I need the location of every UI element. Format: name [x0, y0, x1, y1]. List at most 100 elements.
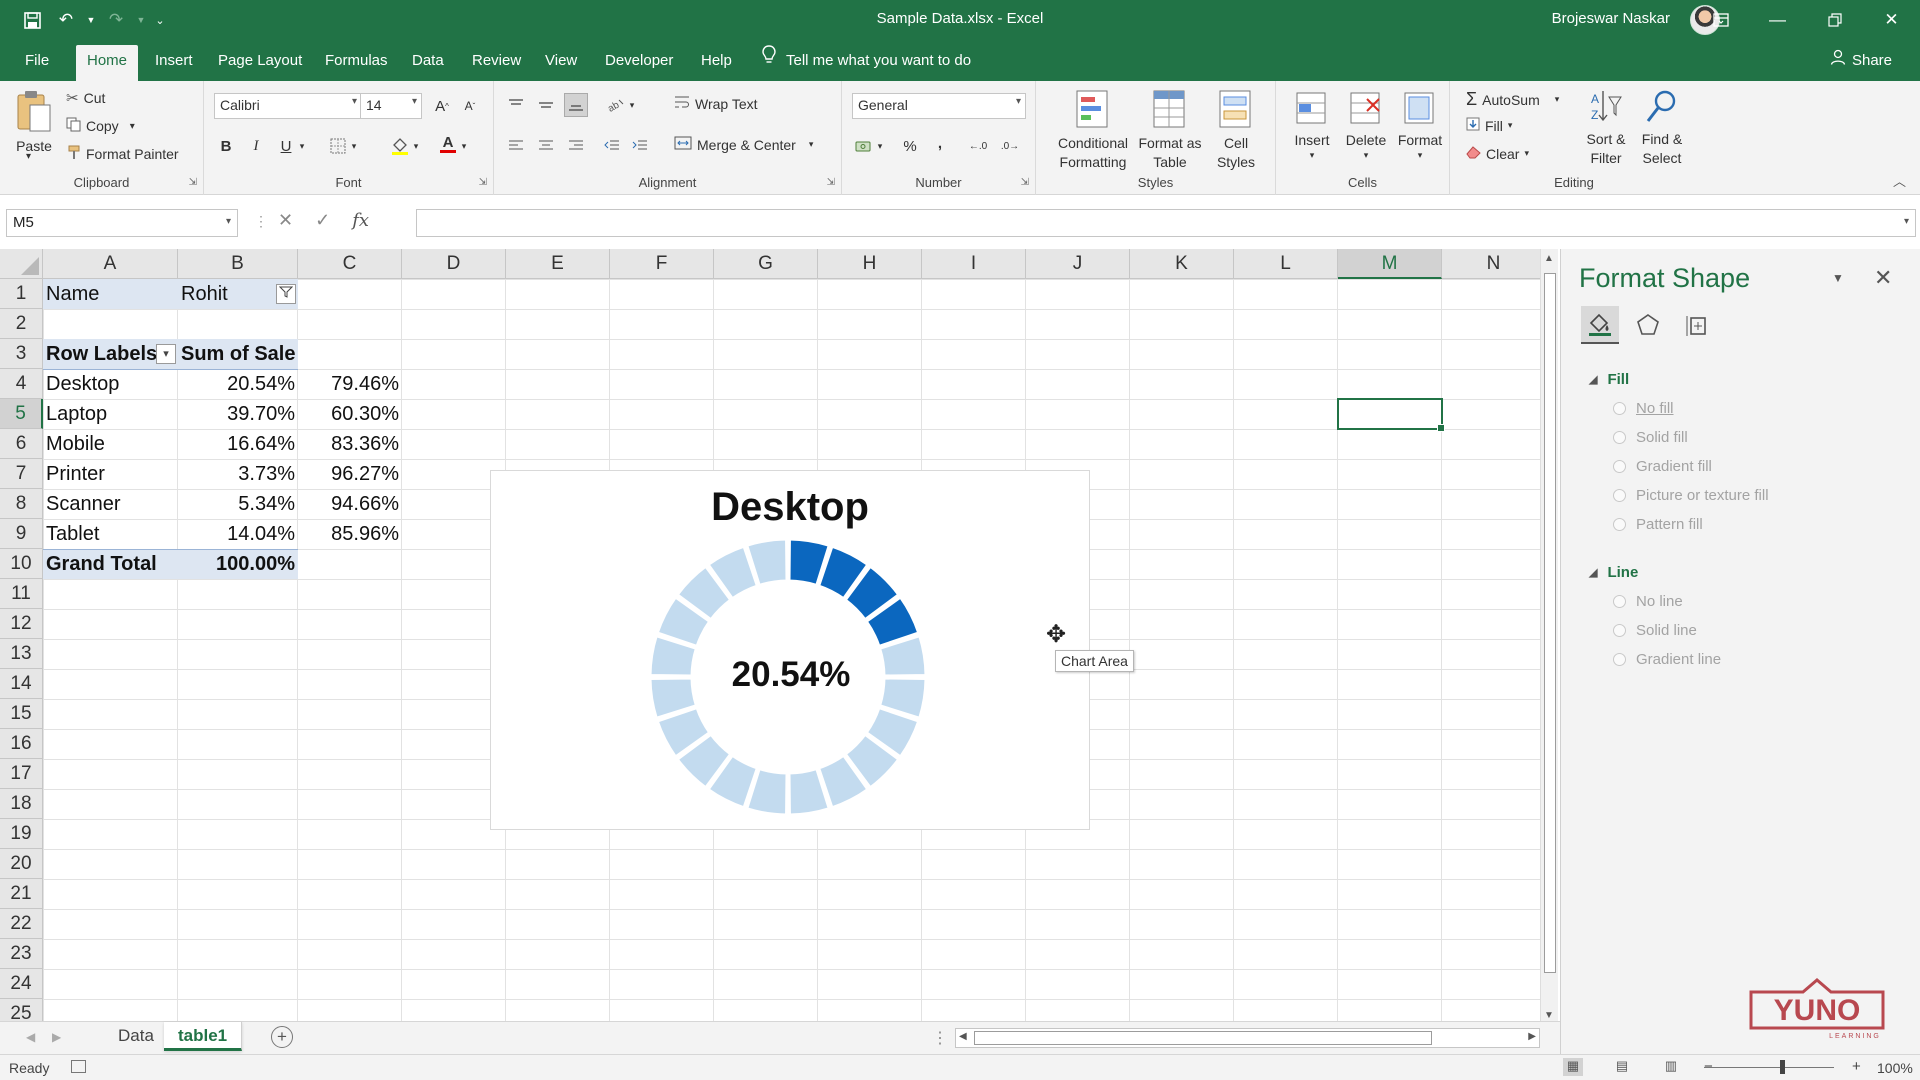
- grand-total-value-cell[interactable]: 100.00%: [178, 549, 298, 579]
- row-header-4[interactable]: 4: [0, 369, 43, 399]
- row-header-19[interactable]: 19: [0, 819, 43, 849]
- copy-button[interactable]: Copy ▾: [66, 117, 135, 135]
- zoom-slider[interactable]: [1704, 1067, 1834, 1068]
- name-box[interactable]: M5 ▾: [6, 209, 238, 237]
- row-header-8[interactable]: 8: [0, 489, 43, 519]
- no-line-option[interactable]: No line: [1613, 593, 1683, 610]
- share-button[interactable]: Share: [1830, 40, 1892, 81]
- column-header-i[interactable]: I: [922, 249, 1026, 279]
- prev-sheet-icon[interactable]: ◀: [26, 1030, 35, 1044]
- zoom-level[interactable]: 100%: [1877, 1060, 1913, 1076]
- user-name[interactable]: Brojeswar Naskar: [1552, 10, 1670, 27]
- active-cell-m5[interactable]: [1337, 398, 1445, 432]
- scroll-down-icon[interactable]: ▼: [1544, 1010, 1554, 1021]
- sheet-tab-data[interactable]: Data: [104, 1022, 169, 1051]
- filter-value-cell[interactable]: Rohit: [178, 279, 273, 309]
- copy-dropdown-icon[interactable]: ▾: [130, 121, 135, 132]
- row-header-17[interactable]: 17: [0, 759, 43, 789]
- formula-input[interactable]: ▾: [416, 209, 1916, 237]
- scroll-right-icon[interactable]: ▶: [1528, 1031, 1536, 1042]
- align-bottom-icon[interactable]: [564, 93, 588, 117]
- font-launcher-icon[interactable]: ⇲: [479, 177, 487, 188]
- complement-cell[interactable]: 79.46%: [298, 369, 402, 399]
- close-icon[interactable]: ✕: [1863, 0, 1920, 40]
- cancel-icon[interactable]: ✕: [278, 210, 293, 231]
- tab-insert[interactable]: Insert: [144, 40, 204, 81]
- complement-cell[interactable]: 94.66%: [298, 489, 402, 519]
- row-header-15[interactable]: 15: [0, 699, 43, 729]
- font-color-button[interactable]: A: [436, 132, 460, 156]
- column-header-f[interactable]: F: [610, 249, 714, 279]
- pivot-label-cell[interactable]: Tablet: [43, 519, 178, 549]
- format-as-table-button[interactable]: Format as Table: [1136, 89, 1204, 172]
- merge-center-button[interactable]: Merge & Center ▾: [674, 136, 813, 153]
- row-header-6[interactable]: 6: [0, 429, 43, 459]
- find-select-button[interactable]: Find & Select: [1634, 89, 1690, 168]
- solid-line-option[interactable]: Solid line: [1613, 622, 1697, 639]
- column-header-m[interactable]: M: [1338, 249, 1442, 279]
- complement-cell[interactable]: 83.36%: [298, 429, 402, 459]
- pivot-label-cell[interactable]: Desktop: [43, 369, 178, 399]
- percent-style-button[interactable]: %: [898, 134, 922, 158]
- row-header-14[interactable]: 14: [0, 669, 43, 699]
- column-header-h[interactable]: H: [818, 249, 922, 279]
- row-header-24[interactable]: 24: [0, 969, 43, 999]
- font-name-combo[interactable]: Calibri ▾: [214, 93, 362, 119]
- row-header-5[interactable]: 5: [0, 399, 43, 429]
- decrease-indent-icon[interactable]: [600, 134, 624, 158]
- pane-close-icon[interactable]: ✕: [1874, 265, 1892, 291]
- pivot-value-cell[interactable]: 16.64%: [178, 429, 298, 459]
- orientation-icon[interactable]: ab: [604, 93, 628, 117]
- column-header-c[interactable]: C: [298, 249, 402, 279]
- page-layout-view-icon[interactable]: ▤: [1612, 1058, 1632, 1076]
- row-header-12[interactable]: 12: [0, 609, 43, 639]
- normal-view-icon[interactable]: ▦: [1563, 1058, 1583, 1076]
- alignment-launcher-icon[interactable]: ⇲: [827, 177, 835, 188]
- solid-fill-option[interactable]: Solid fill: [1613, 429, 1688, 446]
- macro-recording-icon[interactable]: [71, 1060, 86, 1073]
- line-section-header[interactable]: ◢ Line: [1589, 564, 1638, 581]
- bold-button[interactable]: B: [214, 134, 238, 158]
- pivot-value-cell[interactable]: 14.04%: [178, 519, 298, 549]
- pivot-value-cell[interactable]: 20.54%: [178, 369, 298, 399]
- align-left-icon[interactable]: [504, 134, 528, 158]
- pivot-label-cell[interactable]: Mobile: [43, 429, 178, 459]
- column-header-b[interactable]: B: [178, 249, 298, 279]
- row-header-3[interactable]: 3: [0, 339, 43, 369]
- horizontal-scroll-thumb[interactable]: [974, 1031, 1432, 1045]
- align-right-icon[interactable]: [564, 134, 588, 158]
- row-header-21[interactable]: 21: [0, 879, 43, 909]
- sheet-tab-table1[interactable]: table1: [164, 1022, 243, 1051]
- fill-line-icon[interactable]: [1581, 306, 1619, 344]
- conditional-formatting-button[interactable]: Conditional Formatting: [1048, 89, 1138, 172]
- column-header-g[interactable]: G: [714, 249, 818, 279]
- pivot-label-cell[interactable]: Scanner: [43, 489, 178, 519]
- horizontal-scrollbar[interactable]: ◀ ▶: [955, 1028, 1540, 1048]
- column-header-e[interactable]: E: [506, 249, 610, 279]
- tab-data[interactable]: Data: [401, 40, 455, 81]
- borders-button[interactable]: [326, 134, 350, 158]
- row-header-20[interactable]: 20: [0, 849, 43, 879]
- column-header-j[interactable]: J: [1026, 249, 1130, 279]
- no-fill-option[interactable]: No fill: [1613, 400, 1674, 417]
- vertical-scroll-thumb[interactable]: [1544, 273, 1556, 973]
- add-sheet-icon[interactable]: +: [271, 1026, 293, 1048]
- format-painter-button[interactable]: Format Painter: [66, 145, 179, 163]
- tab-view[interactable]: View: [534, 40, 588, 81]
- column-header-d[interactable]: D: [402, 249, 506, 279]
- row-header-2[interactable]: 2: [0, 309, 43, 339]
- accounting-dropdown-icon[interactable]: ▾: [874, 134, 886, 158]
- scroll-left-icon[interactable]: ◀: [959, 1031, 967, 1042]
- row-header-1[interactable]: 1: [0, 279, 43, 309]
- row-header-9[interactable]: 9: [0, 519, 43, 549]
- pivot-value-cell[interactable]: 5.34%: [178, 489, 298, 519]
- gradient-fill-option[interactable]: Gradient fill: [1613, 458, 1712, 475]
- gradient-line-option[interactable]: Gradient line: [1613, 651, 1721, 668]
- comma-style-button[interactable]: ,: [928, 131, 952, 155]
- tell-me-search[interactable]: Tell me what you want to do: [762, 40, 971, 81]
- size-properties-icon[interactable]: [1677, 306, 1715, 344]
- enter-icon[interactable]: ✓: [315, 210, 330, 231]
- fill-button[interactable]: Fill ▾: [1466, 117, 1512, 134]
- orientation-dropdown-icon[interactable]: ▾: [626, 93, 638, 117]
- font-color-dropdown-icon[interactable]: ▾: [458, 134, 470, 158]
